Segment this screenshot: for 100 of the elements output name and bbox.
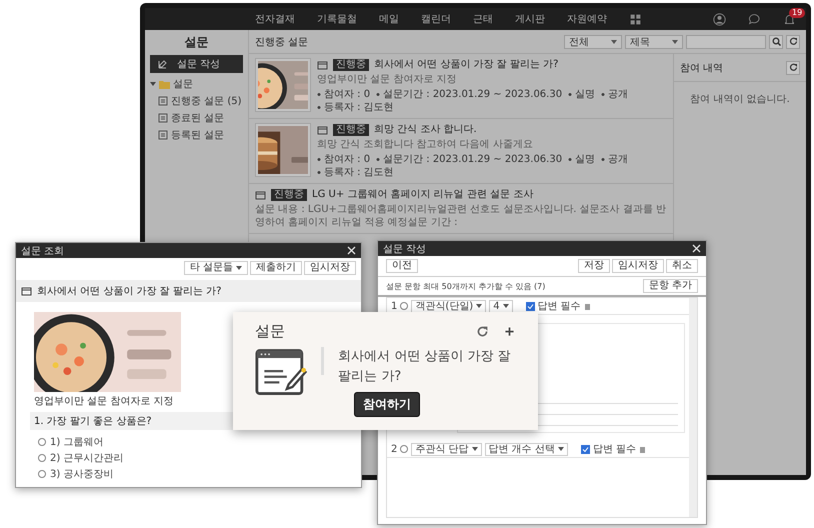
scrollbar[interactable]: [689, 298, 697, 517]
sidebar-title: 설문: [184, 34, 210, 51]
nav-item[interactable]: 근태: [473, 12, 493, 26]
empty-message: 참여 내역이 없습니다.: [689, 93, 791, 106]
hint-text: 설문 문항 최대 50개까지 추가할 수 있음 (7): [386, 280, 546, 292]
meta-info: 공개: [601, 153, 628, 166]
caret-icon: [236, 266, 242, 270]
toolbar-button[interactable]: 취소: [666, 259, 698, 273]
caret-icon: [672, 40, 678, 44]
widget-title: 설문: [255, 322, 286, 341]
status-tag: 진행중: [333, 124, 369, 136]
survey-title[interactable]: LG U+ 그룹웨어 홈페이지 리뉴얼 관련 설문 조사: [312, 188, 534, 201]
meta-info: 공개: [601, 88, 628, 101]
nav-item[interactable]: 전자결재: [255, 12, 295, 26]
nav-item[interactable]: 메일: [379, 12, 399, 26]
radio-button[interactable]: [400, 445, 408, 453]
radio-button[interactable]: [38, 454, 46, 462]
type-dropdown[interactable]: 주관식 단답: [411, 442, 482, 456]
refresh-icon[interactable]: [476, 325, 489, 338]
document-icon: [158, 113, 168, 123]
grid-icon[interactable]: [629, 12, 642, 26]
caret-icon: [472, 447, 478, 451]
user-icon[interactable]: [713, 12, 726, 26]
survey-title[interactable]: 희망 간식 조사 합니다.: [374, 123, 477, 136]
folder-icon: [159, 80, 170, 88]
meta-info: 실명: [568, 153, 596, 166]
survey-icon: [317, 124, 328, 134]
add-question-button[interactable]: 문항 추가: [642, 279, 698, 293]
meta-info: 등록자 : 김도현: [317, 166, 394, 179]
option-label[interactable]: 1) 그룹웨어: [50, 435, 104, 449]
toolbar-button[interactable]: 임시저장: [612, 259, 664, 273]
back-button[interactable]: 이전: [386, 259, 418, 273]
checkbox[interactable]: [526, 302, 535, 310]
survey-caption: 영업부이만 설문 참여자로 지정: [34, 395, 175, 408]
filter-dropdown[interactable]: 전체: [564, 34, 622, 48]
panel-title: 참여 내역: [680, 62, 724, 74]
chat-icon[interactable]: [748, 12, 761, 26]
question-number: 2: [391, 444, 398, 454]
status-tag: 진행중: [333, 58, 369, 70]
nav-item[interactable]: 기록물철: [317, 12, 357, 26]
caret-icon: [611, 40, 617, 44]
tree-item[interactable]: 종료된 설문: [171, 111, 224, 125]
notification-badge: 19: [789, 8, 806, 18]
nav-item[interactable]: 게시판: [515, 12, 545, 26]
radio-button[interactable]: [38, 470, 46, 478]
nav-item[interactable]: 캘린더: [421, 12, 451, 26]
pen-icon: [158, 60, 167, 68]
refresh-icon: [788, 63, 798, 72]
option-label[interactable]: 2) 근무시간관리: [50, 451, 124, 465]
tree-item[interactable]: 등록된 설문: [171, 128, 224, 142]
checkbox-label[interactable]: 답변 필수: [538, 299, 581, 313]
document-icon: [158, 96, 168, 106]
checkbox[interactable]: [580, 444, 590, 454]
meta-info: 설문기간 : 2023.01.29 ~ 2023.06.30: [376, 88, 562, 101]
create-survey-button[interactable]: 설문 작성: [150, 55, 243, 73]
toolbar-button[interactable]: 제출하기: [250, 261, 302, 275]
dialog-title: 설문 작성: [383, 242, 426, 256]
refresh-icon: [788, 37, 798, 46]
trash-icon[interactable]: [639, 445, 646, 453]
option-label[interactable]: 3) 공사중장비: [50, 467, 114, 481]
survey-title: 회사에서 어떤 상품이 가장 잘 팔리는 가?: [37, 285, 222, 298]
section-title: 진행중 설문: [255, 36, 310, 48]
count-dropdown[interactable]: 답변 개수 선택: [484, 442, 568, 456]
toolbar-button[interactable]: 임시저장: [304, 261, 356, 275]
close-icon[interactable]: [692, 244, 701, 253]
question-number: 1: [391, 300, 398, 312]
plus-icon[interactable]: [503, 325, 516, 338]
tree-item[interactable]: 진행중 설문 (5): [171, 94, 242, 108]
search-button[interactable]: [769, 34, 783, 48]
search-field[interactable]: [686, 34, 766, 48]
meta-info: 실명: [568, 88, 596, 101]
meta-info: 참여자 : 0: [317, 88, 370, 101]
radio-button[interactable]: [400, 302, 408, 310]
join-button[interactable]: 참여하기: [354, 392, 420, 417]
expand-caret-icon[interactable]: [150, 81, 156, 87]
status-tag: 진행중: [271, 188, 307, 200]
toolbar-button[interactable]: 타 설문들: [184, 261, 248, 275]
survey-icon: [255, 190, 266, 200]
tree-item[interactable]: 설문: [173, 77, 193, 91]
nav-item[interactable]: 자원예약: [567, 12, 607, 26]
survey-question: 회사에서 어떤 상품이 가장 잘 팔리는 가?: [338, 348, 512, 386]
trash-icon[interactable]: [584, 302, 591, 310]
refresh-button[interactable]: [786, 34, 800, 48]
document-icon: [158, 130, 168, 140]
refresh-button[interactable]: [786, 60, 800, 74]
survey-icon: [317, 60, 328, 70]
caret-icon: [476, 304, 482, 308]
field-dropdown[interactable]: 제목: [625, 34, 683, 48]
caret-icon: [502, 304, 509, 308]
meta-info: 참여자 : 0: [317, 153, 370, 166]
checkbox-label[interactable]: 답변 필수: [592, 442, 636, 456]
search-icon: [772, 37, 780, 46]
survey-icon: [21, 286, 32, 296]
survey-description: 영업부이만 설문 참여자로 지정: [317, 73, 458, 86]
radio-button[interactable]: [38, 438, 46, 446]
close-icon[interactable]: [347, 246, 356, 255]
survey-title[interactable]: 회사에서 어떤 상품이 가장 잘 팔리는 가?: [374, 58, 558, 71]
caret-icon: [558, 447, 564, 451]
toolbar-button[interactable]: 저장: [578, 259, 610, 273]
survey-description: 희망 간식 조회합니다 참고하여 다음에 사줄게요: [317, 138, 534, 151]
